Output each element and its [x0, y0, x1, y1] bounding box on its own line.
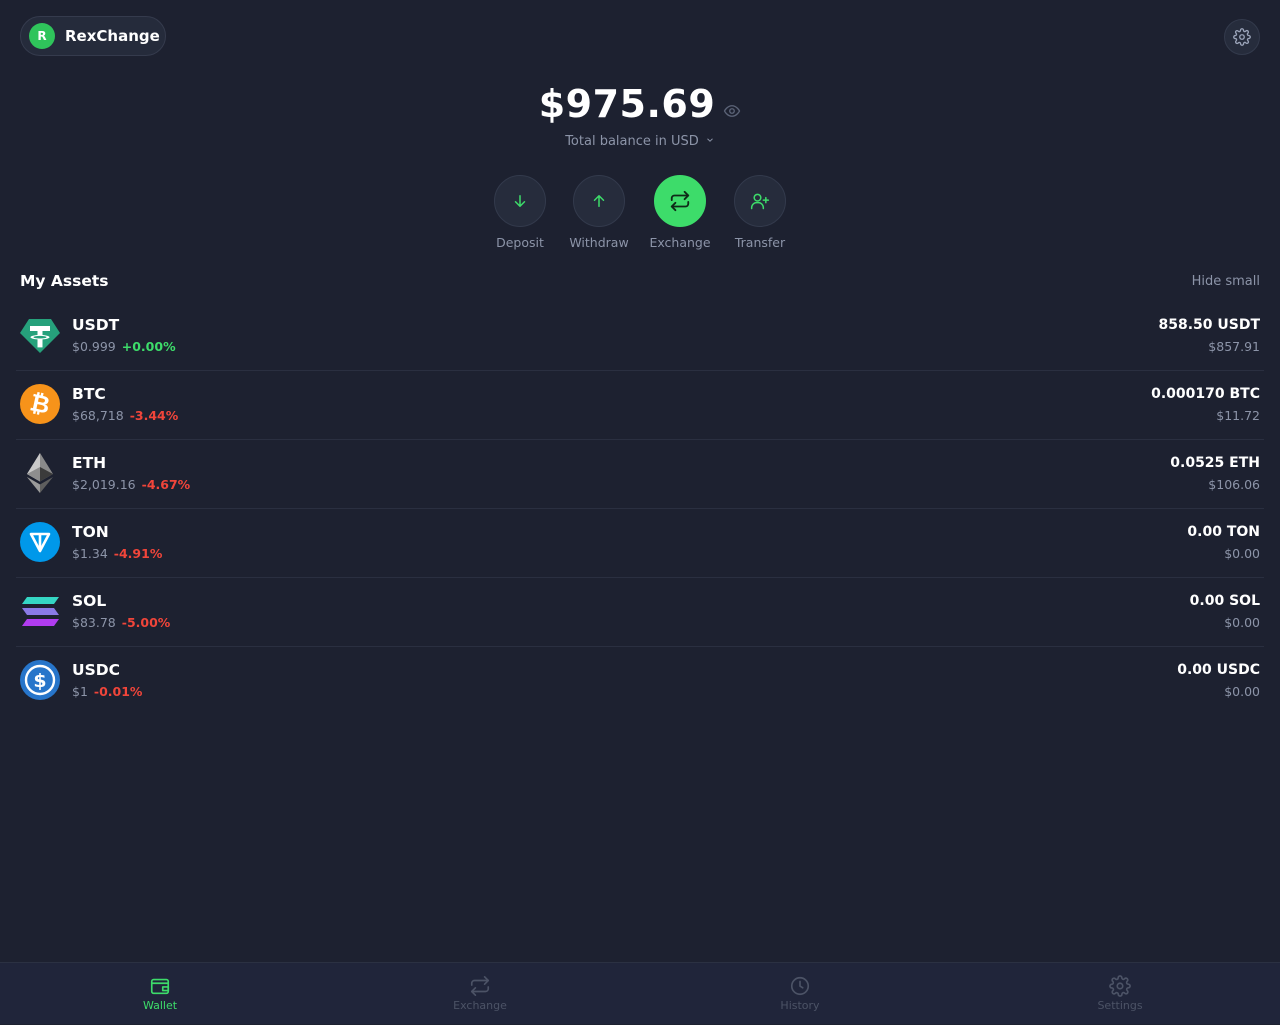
wallet-icon [150, 978, 170, 995]
nav-label: Wallet [142, 999, 178, 1012]
balance-amount: $975.69 [538, 82, 716, 126]
asset-price-line: $1.34 -4.91% [72, 546, 162, 561]
deposit-button[interactable]: Deposit [475, 175, 565, 250]
exchange-circle[interactable] [654, 175, 706, 227]
eth-icon [27, 453, 53, 493]
asset-price-line: $2,019.16 -4.67% [72, 477, 190, 492]
asset-symbol: SOL [72, 592, 107, 610]
btc-icon: ₿ [20, 384, 60, 424]
asset-amount: 0.00 TON [1187, 524, 1260, 540]
brand-pill[interactable]: R RexChange [20, 16, 166, 56]
asset-price-line: $83.78 -5.00% [72, 615, 170, 630]
transfer-label: Transfer [734, 235, 786, 250]
deposit-circle[interactable] [494, 175, 546, 227]
asset-price: $1.34 [72, 546, 108, 561]
exchange-button[interactable]: Exchange [635, 175, 725, 250]
asset-change: -0.01% [93, 684, 143, 699]
asset-change: -5.00% [121, 615, 171, 630]
asset-amount: 0.0525 ETH [1170, 455, 1260, 471]
nav-history[interactable]: History [640, 963, 960, 1025]
nav-label: Exchange [453, 999, 507, 1012]
asset-value: $106.06 [1208, 477, 1260, 492]
asset-amount: 0.00 SOL [1189, 593, 1260, 609]
asset-amount: 0.000170 BTC [1151, 386, 1260, 402]
ton-icon [20, 522, 60, 562]
asset-change: -3.44% [129, 408, 179, 423]
asset-price-line: $68,718 -3.44% [72, 408, 178, 423]
asset-value: $11.72 [1216, 408, 1260, 423]
asset-row-usdt[interactable]: USDT $0.999 +0.00% 858.50 USDT $857.91 [16, 302, 1264, 371]
bottom-nav: Wallet Exchange History Settings [0, 962, 1280, 1024]
asset-row-ton[interactable]: TON $1.34 -4.91% 0.00 TON $0.00 [16, 509, 1264, 578]
asset-symbol: ETH [72, 454, 107, 472]
nav-wallet[interactable]: Wallet [0, 963, 320, 1025]
asset-change: -4.91% [113, 546, 163, 561]
usdt-icon [20, 319, 60, 353]
asset-amount: 858.50 USDT [1158, 317, 1260, 333]
deposit-label: Deposit [496, 235, 544, 250]
transfer-button[interactable]: Transfer [715, 175, 805, 250]
asset-symbol: BTC [72, 385, 106, 403]
user-plus-icon [750, 193, 770, 210]
exchange-icon [670, 190, 690, 212]
asset-value: $0.00 [1224, 546, 1260, 561]
balance-currency-selector[interactable]: Total balance in USD [0, 134, 1280, 149]
asset-row-btc[interactable]: ₿ BTC $68,718 -3.44% 0.000170 BTC $11.72 [16, 371, 1264, 440]
asset-price: $68,718 [72, 408, 124, 423]
asset-price: $83.78 [72, 615, 116, 630]
nav-label: History [780, 999, 820, 1012]
clock-icon [790, 976, 810, 996]
asset-value: $0.00 [1224, 684, 1260, 699]
asset-symbol: TON [72, 523, 109, 541]
sol-icon [22, 597, 59, 626]
gear-icon [1233, 28, 1251, 46]
nav-exchange[interactable]: Exchange [320, 963, 640, 1025]
exchange-label: Exchange [649, 235, 711, 250]
nav-label: Settings [1097, 999, 1143, 1012]
asset-change: +0.00% [121, 339, 176, 354]
transfer-circle[interactable] [734, 175, 786, 227]
exchange-icon [470, 976, 490, 996]
settings-button[interactable] [1224, 19, 1260, 55]
balance-label: Total balance in USD [565, 134, 699, 149]
asset-price: $2,019.16 [72, 477, 136, 492]
asset-row-sol[interactable]: SOL $83.78 -5.00% 0.00 SOL $0.00 [16, 578, 1264, 647]
asset-amount: 0.00 USDC [1177, 662, 1260, 678]
chevron-down-icon [705, 134, 715, 149]
asset-price-line: $0.999 +0.00% [72, 339, 176, 354]
asset-symbol: USDT [72, 316, 120, 334]
total-balance: $975.69 [0, 82, 1280, 129]
brand-avatar: R [29, 23, 55, 49]
asset-row-eth[interactable]: ETH $2,019.16 -4.67% 0.0525 ETH $106.06 [16, 440, 1264, 509]
brand-name: RexChange [65, 27, 160, 45]
asset-value: $857.91 [1208, 339, 1260, 354]
asset-price: $1 [72, 684, 88, 699]
withdraw-circle[interactable] [573, 175, 625, 227]
asset-list: USDT $0.999 +0.00% 858.50 USDT $857.91 ₿ … [16, 302, 1264, 715]
withdraw-button[interactable]: Withdraw [554, 175, 644, 250]
gear-icon [1109, 975, 1131, 997]
asset-symbol: USDC [72, 661, 120, 679]
asset-change: -4.67% [141, 477, 191, 492]
asset-price-line: $1 -0.01% [72, 684, 142, 699]
arrow-up-icon [593, 195, 605, 207]
eye-icon[interactable] [723, 85, 741, 129]
svg-text:$: $ [33, 670, 46, 692]
hide-small-toggle[interactable]: Hide small [1192, 274, 1260, 289]
asset-price: $0.999 [72, 339, 116, 354]
asset-row-usdc[interactable]: $ USDC $1 -0.01% 0.00 USDC $0.00 [16, 647, 1264, 715]
nav-settings[interactable]: Settings [960, 963, 1280, 1025]
withdraw-label: Withdraw [569, 235, 629, 250]
asset-value: $0.00 [1224, 615, 1260, 630]
assets-title: My Assets [20, 272, 109, 290]
usdc-icon: $ [20, 660, 60, 700]
arrow-down-icon [514, 195, 526, 207]
